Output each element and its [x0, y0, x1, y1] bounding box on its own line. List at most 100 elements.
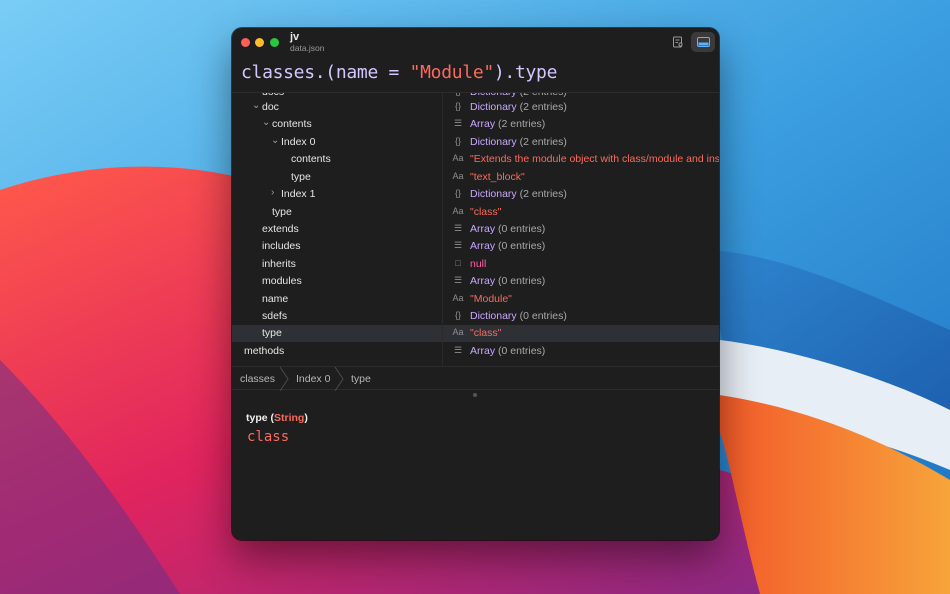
tree-row-key: doc: [262, 101, 279, 113]
detail-close-paren: ): [304, 412, 308, 424]
value-type: Array: [470, 345, 496, 357]
value-count: (2 entries): [498, 118, 546, 130]
disclosure-chevron-icon[interactable]: ⌄: [262, 117, 270, 128]
detail-value: class: [247, 429, 290, 445]
value-count: (2 entries): [519, 188, 567, 200]
breadcrumb-item-index-0[interactable]: Index 0: [296, 373, 330, 385]
tree-row-key: type: [272, 206, 292, 218]
type-icon: {}: [454, 136, 461, 146]
breadcrumb-item-classes[interactable]: classes: [240, 373, 275, 385]
value-count: (0 entries): [498, 240, 546, 252]
tree-row-key: extends: [262, 223, 299, 235]
type-icon: Aa: [452, 293, 464, 303]
tree-row-key: inherits: [262, 258, 296, 270]
type-icon: Aa: [452, 206, 464, 216]
detail-header: type (String): [246, 412, 308, 424]
json-tree: docs{}Dictionary (2 entries)⌄doc{}Dictio…: [232, 92, 719, 366]
breadcrumb-separator-icon: [334, 367, 344, 391]
value-count: (0 entries): [519, 310, 567, 322]
tree-row-value: Dictionary (2 entries): [470, 93, 567, 98]
tree-row-value: Dictionary (0 entries): [470, 310, 567, 322]
tree-row-value: Array (2 entries): [470, 118, 545, 130]
tree-row[interactable]: methods ☰ Array (0 entries): [232, 343, 719, 360]
type-icon: ☰: [453, 240, 463, 250]
type-icon: ☰: [453, 223, 463, 233]
disclosure-chevron-icon[interactable]: ⌄: [252, 100, 260, 111]
value-count: (2 entries): [519, 101, 567, 113]
type-icon: ☰: [453, 345, 463, 355]
type-icon: □: [455, 258, 461, 268]
value-type: Dictionary: [470, 188, 517, 200]
tree-row-value: "class": [470, 206, 502, 218]
tree-row-key: contents: [291, 153, 331, 165]
tree-row[interactable]: modules ☰ Array (0 entries): [232, 273, 719, 290]
tree-row-value: Dictionary (2 entries): [470, 136, 567, 148]
close-window-button[interactable]: [241, 38, 250, 47]
tree-row[interactable]: ⌄ Index 0 {} Dictionary (2 entries): [232, 134, 719, 151]
query-string-literal: "Module": [409, 62, 495, 83]
breadcrumb-item-type[interactable]: type: [351, 373, 371, 385]
inspector-icon: [673, 36, 683, 48]
query-expression[interactable]: classes.(name = "Module").type: [241, 62, 557, 83]
type-icon: Aa: [452, 327, 464, 337]
tree-row-key: name: [262, 293, 289, 305]
column-divider[interactable]: [442, 93, 443, 366]
breadcrumb: classes Index 0 type: [232, 366, 719, 391]
value-count: (0 entries): [498, 223, 546, 235]
tree-row[interactable]: extends ☰ Array (0 entries): [232, 221, 719, 238]
tree-row[interactable]: contents Aa "Extends the module object wit…: [232, 151, 719, 168]
tree-row-key: Index 0: [281, 136, 316, 148]
tree-row[interactable]: type Aa "class": [232, 325, 719, 342]
tree-row-key: contents: [272, 118, 312, 130]
app-window: jv data.json classes.(name = "Module").t…: [232, 28, 719, 540]
type-icon: Aa: [452, 153, 464, 163]
split-resize-handle[interactable]: [473, 393, 477, 397]
tree-row-value: "class": [470, 327, 502, 339]
tree-row-key: modules: [262, 275, 302, 287]
value-type: Dictionary: [470, 101, 517, 113]
value-type: Array: [470, 275, 496, 287]
tree-row[interactable]: ⌄ doc {} Dictionary (2 entries): [232, 99, 719, 116]
tree-row[interactable]: › Index 1 {} Dictionary (2 entries): [232, 186, 719, 203]
tree-row-value: Array (0 entries): [470, 223, 545, 235]
type-icon: ☰: [453, 118, 463, 128]
type-icon: {}: [451, 93, 465, 96]
type-icon: Aa: [452, 171, 464, 181]
window-subtitle: data.json: [290, 43, 325, 53]
tree-row[interactable]: includes ☰ Array (0 entries): [232, 238, 719, 255]
type-icon: {}: [454, 310, 461, 320]
tree-row[interactable]: name Aa "Module": [232, 291, 719, 308]
minimize-window-button[interactable]: [255, 38, 264, 47]
value-type: Dictionary: [470, 310, 517, 322]
value-count: (0 entries): [498, 345, 546, 357]
tree-row[interactable]: ⌄ contents ☰ Array (2 entries): [232, 116, 719, 133]
tree-row-value: "Extends the module object with class/mo…: [470, 153, 719, 165]
tree-row-key: sdefs: [262, 310, 288, 322]
toggle-bottom-panel-button[interactable]: [691, 32, 715, 52]
window-title: jv: [290, 31, 300, 43]
value-count: (2 entries): [519, 136, 567, 148]
tree-row[interactable]: sdefs {} Dictionary (0 entries): [232, 308, 719, 325]
tree-row-value: "text_block": [470, 171, 525, 183]
tree-row-key: type: [291, 171, 311, 183]
disclosure-chevron-icon[interactable]: ›: [271, 187, 274, 198]
tree-row-key: includes: [262, 240, 301, 252]
tree-row-value: null: [470, 258, 487, 270]
tree-row[interactable]: type Aa "text_block": [232, 169, 719, 186]
query-path: classes.(name =: [241, 62, 410, 83]
value-type: Array: [470, 118, 496, 130]
type-icon: ☰: [453, 275, 463, 285]
tree-row-value: Dictionary (2 entries): [470, 101, 567, 113]
type-icon: {}: [454, 188, 461, 198]
tree-row[interactable]: type Aa "class": [232, 204, 719, 221]
value-type: Array: [470, 240, 496, 252]
tree-row[interactable]: inherits □ null: [232, 256, 719, 273]
tree-row-value: "Module": [470, 293, 512, 305]
tree-row-value: Dictionary (2 entries): [470, 188, 567, 200]
inspector-button[interactable]: [666, 32, 690, 52]
disclosure-chevron-icon[interactable]: ⌄: [271, 135, 279, 146]
zoom-window-button[interactable]: [270, 38, 279, 47]
bottom-panel-icon: [696, 37, 710, 47]
tree-row-key: Index 1: [281, 188, 316, 200]
title-bar: jv data.json: [232, 28, 719, 56]
